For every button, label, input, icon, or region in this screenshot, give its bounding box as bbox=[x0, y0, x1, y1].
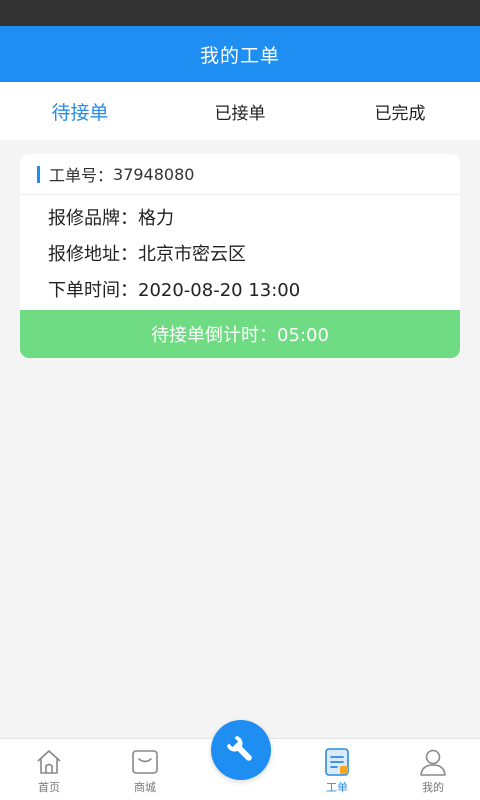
header: 我的工单 bbox=[0, 26, 480, 82]
tabbar-item-home[interactable]: 首页 bbox=[14, 739, 84, 800]
work-order-icon bbox=[325, 748, 349, 776]
home-icon bbox=[37, 750, 61, 774]
status-bar bbox=[0, 0, 480, 26]
order-status-tabs: 待接单 已接单 已完成 bbox=[0, 82, 480, 140]
tabbar-label-work-order: 工单 bbox=[326, 781, 348, 794]
profile-icon bbox=[420, 749, 446, 776]
order-time: 下单时间：2020-08-20 13:00 bbox=[48, 280, 301, 301]
wrench-icon bbox=[226, 735, 252, 761]
shop-icon bbox=[132, 750, 158, 774]
tabbar-item-work-order[interactable]: 工单 bbox=[302, 739, 372, 800]
tabbar-label-shop: 商城 bbox=[134, 781, 156, 794]
tab-accepted[interactable]: 已接单 bbox=[160, 82, 320, 140]
order-number-label: 工单号： bbox=[49, 166, 114, 185]
order-card-header: 工单号： 37948080 bbox=[20, 154, 460, 195]
tabbar-item-profile[interactable]: 我的 bbox=[398, 739, 468, 800]
tabbar-label-home: 首页 bbox=[38, 781, 60, 794]
tabbar-label-profile: 我的 bbox=[422, 781, 444, 794]
accent-bar bbox=[37, 165, 40, 183]
tab-pending[interactable]: 待接单 bbox=[0, 82, 160, 140]
repair-address: 报修地址：北京市密云区 bbox=[48, 244, 246, 265]
app-screen: 我的工单 待接单 已接单 已完成 工单号： 37948080 报修品牌：格力 报… bbox=[0, 0, 480, 800]
order-card[interactable]: 工单号： 37948080 报修品牌：格力 报修地址：北京市密云区 下单时间：2… bbox=[20, 154, 460, 358]
page-title: 我的工单 bbox=[199, 44, 280, 67]
tabbar-item-shop[interactable]: 商城 bbox=[110, 739, 180, 800]
tab-completed[interactable]: 已完成 bbox=[320, 82, 480, 140]
order-number: 37948080 bbox=[113, 164, 195, 184]
repair-brand: 报修品牌：格力 bbox=[48, 208, 174, 229]
accept-countdown[interactable]: 待接单倒计时：05:00 bbox=[20, 310, 460, 358]
center-repair-button[interactable] bbox=[211, 720, 271, 780]
